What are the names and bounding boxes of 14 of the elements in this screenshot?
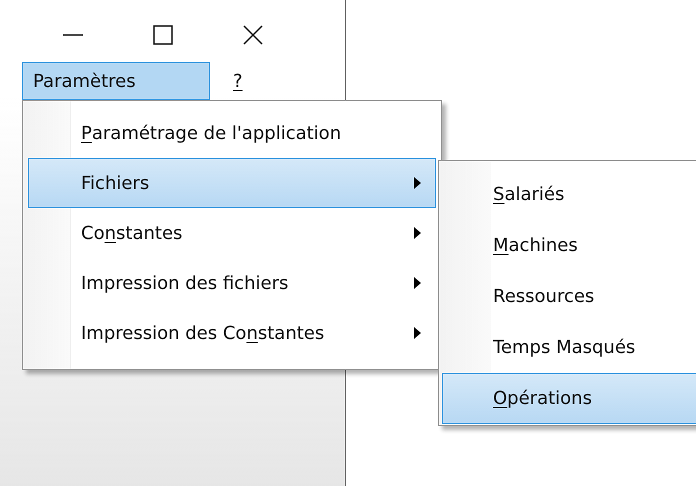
menu-bar-item[interactable]: ?: [210, 62, 266, 100]
menu-bar-item[interactable]: Paramètres: [22, 62, 210, 100]
submenu-item[interactable]: Salariés: [442, 169, 696, 220]
menu-item[interactable]: Impression des fichiers: [28, 258, 436, 308]
submenu-item[interactable]: Temps Masqués: [442, 322, 696, 373]
close-icon[interactable]: [242, 24, 264, 46]
menu-item[interactable]: Paramétrage de l'application: [28, 108, 436, 158]
menu-item[interactable]: Impression des Constantes: [28, 308, 436, 358]
maximize-icon[interactable]: [152, 24, 174, 46]
menu-item[interactable]: Constantes: [28, 208, 436, 258]
submenu-item[interactable]: Machines: [442, 220, 696, 271]
submenu-item[interactable]: Opérations: [442, 373, 696, 424]
menu-item[interactable]: Fichiers: [28, 158, 436, 208]
submenu-item[interactable]: Ressources: [442, 271, 696, 322]
